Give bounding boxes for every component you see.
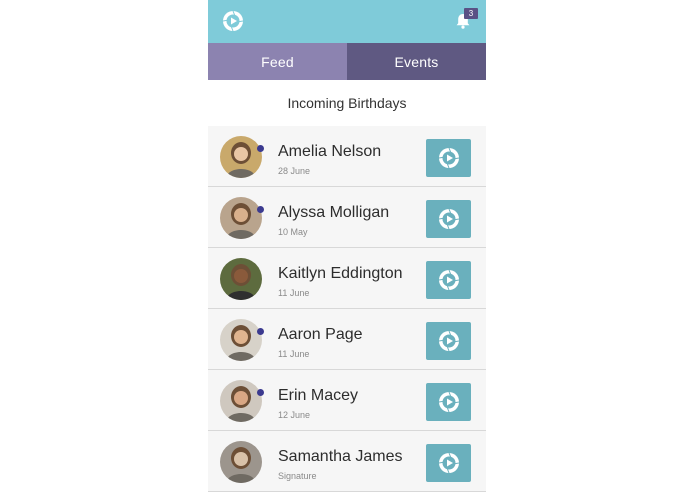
camera-shutter-play-icon[interactable] [222,10,244,32]
birthday-date: 28 June [278,166,311,176]
app-screen: 3 Feed Events Incoming Birthdays Amelia … [208,0,486,494]
camera-shutter-play-icon [438,452,459,474]
online-status-dot [257,389,264,396]
birthday-date: Signature [278,471,317,481]
contact-name: Amelia Nelson [278,143,382,160]
birthday-list-item[interactable]: Erin Macey 12 June [208,370,486,431]
avatar-image [220,258,262,300]
camera-shutter-play-icon [438,269,459,291]
avatar [220,319,262,361]
birthday-list-item[interactable]: Kaitlyn Eddington 11 June [208,248,486,309]
avatar-image [220,441,262,483]
notification-count-badge: 3 [464,8,478,19]
avatar-image [220,319,262,361]
camera-shutter-play-icon [438,330,459,352]
send-video-wish-button[interactable] [426,200,471,238]
avatar-image [220,136,262,178]
contact-name: Aaron Page [278,326,363,343]
tab-bar: Feed Events [208,43,486,80]
birthday-list: Amelia Nelson 28 June Alyssa Molligan 10… [208,126,486,492]
tab-feed[interactable]: Feed [208,43,347,80]
camera-shutter-play-icon [438,147,459,169]
online-status-dot [257,145,264,152]
camera-shutter-play-icon [438,208,459,230]
contact-name: Kaitlyn Eddington [278,265,403,282]
avatar [220,258,262,300]
birthday-date: 12 June [278,410,311,420]
camera-shutter-play-icon [438,391,459,413]
online-status-dot [257,206,264,213]
avatar-image [220,380,262,422]
online-status-dot [257,328,264,335]
send-video-wish-button[interactable] [426,261,471,299]
birthday-date: 11 June [278,349,310,359]
send-video-wish-button[interactable] [426,322,471,360]
birthday-list-item[interactable]: Alyssa Molligan 10 May [208,187,486,248]
birthday-date: 11 June [278,288,310,298]
avatar [220,441,262,483]
birthday-list-item[interactable]: Aaron Page 11 June [208,309,486,370]
contact-name: Erin Macey [278,387,359,404]
birthday-date: 10 May [278,227,308,237]
contact-name: Alyssa Molligan [278,204,390,221]
send-video-wish-button[interactable] [426,383,471,421]
tab-events[interactable]: Events [347,43,486,80]
section-title: Incoming Birthdays [287,95,407,111]
avatar [220,136,262,178]
birthday-list-item[interactable]: Amelia Nelson 28 June [208,126,486,187]
send-video-wish-button[interactable] [426,444,471,482]
contact-name: Samantha James [278,448,403,465]
avatar [220,380,262,422]
birthday-list-item[interactable]: Samantha James Signature [208,431,486,492]
avatar-image [220,197,262,239]
send-video-wish-button[interactable] [426,139,471,177]
avatar [220,197,262,239]
top-bar: 3 [208,0,486,43]
